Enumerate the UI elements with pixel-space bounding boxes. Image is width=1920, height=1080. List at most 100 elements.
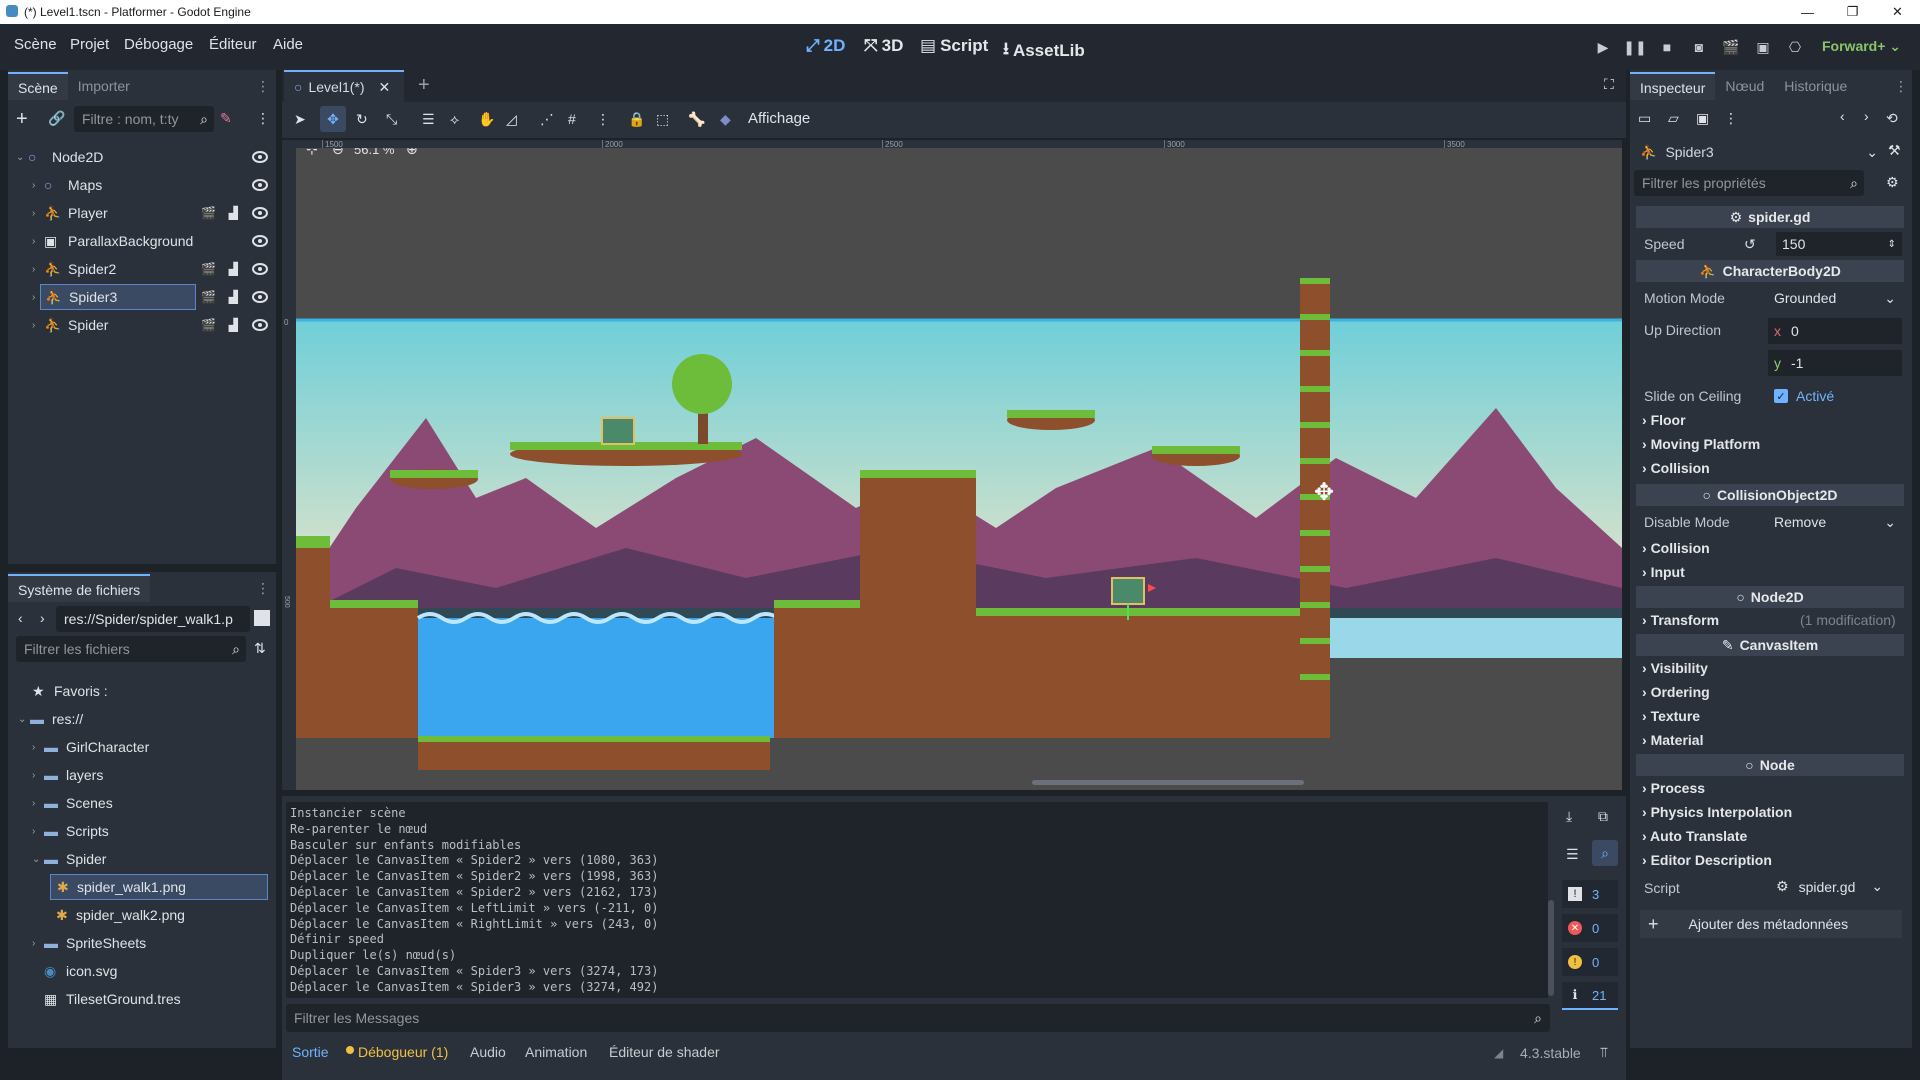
favorites-row[interactable]: ★ Favoris : [8, 678, 276, 704]
collapse-arrow-icon[interactable]: ⌄ [18, 714, 30, 725]
script-resource-field[interactable]: ⚙ spider.gd ⌄ [1776, 878, 1883, 895]
open-scene-icon[interactable]: 🎬 [201, 290, 216, 304]
tab-animation[interactable]: Animation [525, 1044, 587, 1060]
tab-inspector[interactable]: Inspecteur [1630, 72, 1716, 100]
folder-row[interactable]: › ▬ SpriteSheets [8, 930, 276, 956]
messages-counter[interactable]: ! 3 [1562, 880, 1618, 908]
pan-tool-icon[interactable]: ✋ [478, 111, 495, 128]
visibility-eye-icon[interactable] [252, 319, 268, 331]
expand-arrow-icon[interactable]: › [32, 180, 44, 191]
tab-level1[interactable]: ○ Level1(*) ✕ [284, 70, 404, 102]
play-icon[interactable]: ▶ [1594, 38, 1612, 56]
file-row[interactable]: ▦ TilesetGround.tres [8, 986, 276, 1012]
zoom-in-icon[interactable]: ⊕ [406, 148, 418, 158]
disable-mode-select[interactable]: Remove ⌄ [1768, 510, 1902, 534]
expand-arrow-icon[interactable]: › [32, 770, 44, 781]
resource-options-icon[interactable]: ⋮ [1724, 110, 1738, 127]
close-tab-icon[interactable]: ✕ [379, 79, 391, 96]
visibility-eye-icon[interactable] [252, 207, 268, 219]
pivot-tool-icon[interactable]: ⟡ [450, 111, 459, 128]
script-attached-icon[interactable]: ▟ [229, 206, 238, 220]
inspector-menu-icon[interactable]: ⋮ [1894, 72, 1908, 100]
script-attached-icon[interactable]: ▟ [229, 290, 238, 304]
history-back-icon[interactable]: ‹ [1840, 108, 1845, 124]
selected-node-highlight[interactable]: ⛹ Spider3 [40, 284, 196, 310]
tree-row-parallaxbackground[interactable]: › ▣ ParallaxBackground [8, 228, 276, 254]
file-row-selected[interactable]: ✱ spider_walk1.png [8, 874, 276, 900]
tab-output[interactable]: Sortie [292, 1044, 329, 1060]
pause-icon[interactable]: ❚❚ [1623, 38, 1646, 56]
property-filter-input[interactable]: Filtrer les propriétés ⌕ [1634, 170, 1864, 196]
tree-row-maps[interactable]: › ○ Maps [8, 172, 276, 198]
tab-shader-editor[interactable]: Éditeur de shader [609, 1044, 720, 1060]
mode-script-button[interactable]: ▤ Script [920, 36, 988, 56]
section-collisionobject2d[interactable]: ○ CollisionObject2D [1636, 484, 1904, 506]
group-ordering[interactable]: › Ordering [1642, 684, 1710, 700]
open-resource-icon[interactable]: ▱ [1668, 110, 1679, 127]
object-history-icon[interactable]: ⟲ [1886, 110, 1898, 127]
group-input[interactable]: › Input [1642, 564, 1685, 580]
affichage-menu[interactable]: Affichage [748, 110, 810, 127]
info-counter[interactable]: ℹ 21 [1562, 982, 1618, 1010]
group-moving-platform[interactable]: › Moving Platform [1642, 436, 1760, 452]
split-view-icon[interactable] [254, 610, 270, 626]
lock-icon[interactable]: 🔒 [628, 111, 645, 128]
section-node2d[interactable]: ○ Node2D [1636, 586, 1904, 608]
errors-counter[interactable]: ✕ 0 [1562, 914, 1618, 942]
add-tab-button[interactable]: + [418, 74, 430, 97]
expand-arrow-icon[interactable]: › [32, 208, 44, 219]
zoom-out-icon[interactable]: ⊖ [332, 148, 344, 158]
menu-editor[interactable]: Éditeur [209, 36, 257, 53]
folder-row[interactable]: › ▬ layers [8, 762, 276, 788]
remote-debug-icon[interactable]: ◙ [1690, 38, 1708, 56]
zoom-level[interactable]: 56.1 % [354, 148, 394, 157]
visibility-eye-icon[interactable] [252, 151, 268, 163]
clear-log-icon[interactable]: ⤓ [1566, 808, 1572, 825]
expand-arrow-icon[interactable]: › [32, 320, 44, 331]
expand-arrow-icon[interactable]: › [32, 826, 44, 837]
warnings-counter[interactable]: ! 0 [1562, 948, 1618, 976]
ruler-tool-icon[interactable]: ◿ [506, 111, 517, 128]
copy-log-icon[interactable]: ⧉ [1598, 808, 1608, 825]
group-material[interactable]: › Material [1642, 732, 1703, 748]
section-node[interactable]: ○ Node [1636, 754, 1904, 776]
tree-row-spider[interactable]: › ⛹ Spider 🎬 ▟ [8, 312, 276, 338]
tree-row-spider3[interactable]: › ⛹ Spider3 🎬 ▟ [8, 284, 276, 310]
node-tools-icon[interactable]: ⚒ [1888, 142, 1901, 159]
expand-arrow-icon[interactable]: › [32, 742, 44, 753]
folder-row[interactable]: › ▬ GirlCharacter [8, 734, 276, 760]
folder-row-spider[interactable]: ⌄ ▬ Spider [8, 846, 276, 872]
save-resource-icon[interactable]: ▣ [1696, 110, 1709, 127]
group-auto-translate[interactable]: › Auto Translate [1642, 828, 1747, 844]
folder-row[interactable]: › ▬ Scripts [8, 818, 276, 844]
skeleton-icon[interactable]: 🦴 [688, 111, 705, 128]
close-window-button[interactable]: ✕ [1875, 0, 1920, 24]
group-collision-2[interactable]: › Collision [1642, 540, 1710, 556]
scene-viewport[interactable]: ⊹ ⊖ 56.1 % ⊕ ✥ [296, 148, 1622, 790]
file-filter-input[interactable]: Filtrer les fichiers ⌕ [16, 636, 246, 662]
selected-file-highlight[interactable]: ✱ spider_walk1.png [50, 874, 268, 900]
group-icon[interactable]: ⬚ [656, 111, 669, 128]
up-direction-y-field[interactable]: y -1 [1768, 350, 1902, 376]
tab-audio[interactable]: Audio [470, 1044, 506, 1060]
group-physics-interpolation[interactable]: › Physics Interpolation [1642, 804, 1792, 820]
forward-arrow-icon[interactable]: › [40, 610, 45, 626]
scene-options-icon[interactable]: ⋮ [256, 110, 270, 127]
select-tool-icon[interactable]: ➤ [294, 111, 306, 128]
open-scene-icon[interactable]: 🎬 [201, 262, 216, 276]
section-characterbody2d[interactable]: ⛹ CharacterBody2D [1636, 260, 1904, 282]
link-scene-icon[interactable]: 🔗 [48, 110, 65, 127]
section-canvasitem[interactable]: ✎ CanvasItem [1636, 634, 1904, 656]
pin-panel-icon[interactable]: ⫪ [1600, 1044, 1608, 1061]
menu-help[interactable]: Aide [273, 36, 303, 53]
tree-row-player[interactable]: › ⛹ Player 🎬 ▟ [8, 200, 276, 226]
play-custom-scene-icon[interactable]: ▣ [1754, 38, 1772, 56]
group-transform[interactable]: › Transform [1642, 612, 1719, 628]
console-scrollbar[interactable] [1548, 900, 1554, 996]
stop-icon[interactable]: ■ [1658, 38, 1676, 56]
property-options-icon[interactable]: ⚙ [1886, 174, 1899, 191]
minimize-button[interactable]: — [1785, 0, 1830, 24]
list-select-icon[interactable]: ☰ [422, 111, 435, 128]
mode-assetlib-button[interactable]: ⭳ AssetLib [1003, 36, 1085, 65]
scene-filter-input[interactable]: Filtre : nom, t:ty ⌕ [74, 106, 214, 132]
